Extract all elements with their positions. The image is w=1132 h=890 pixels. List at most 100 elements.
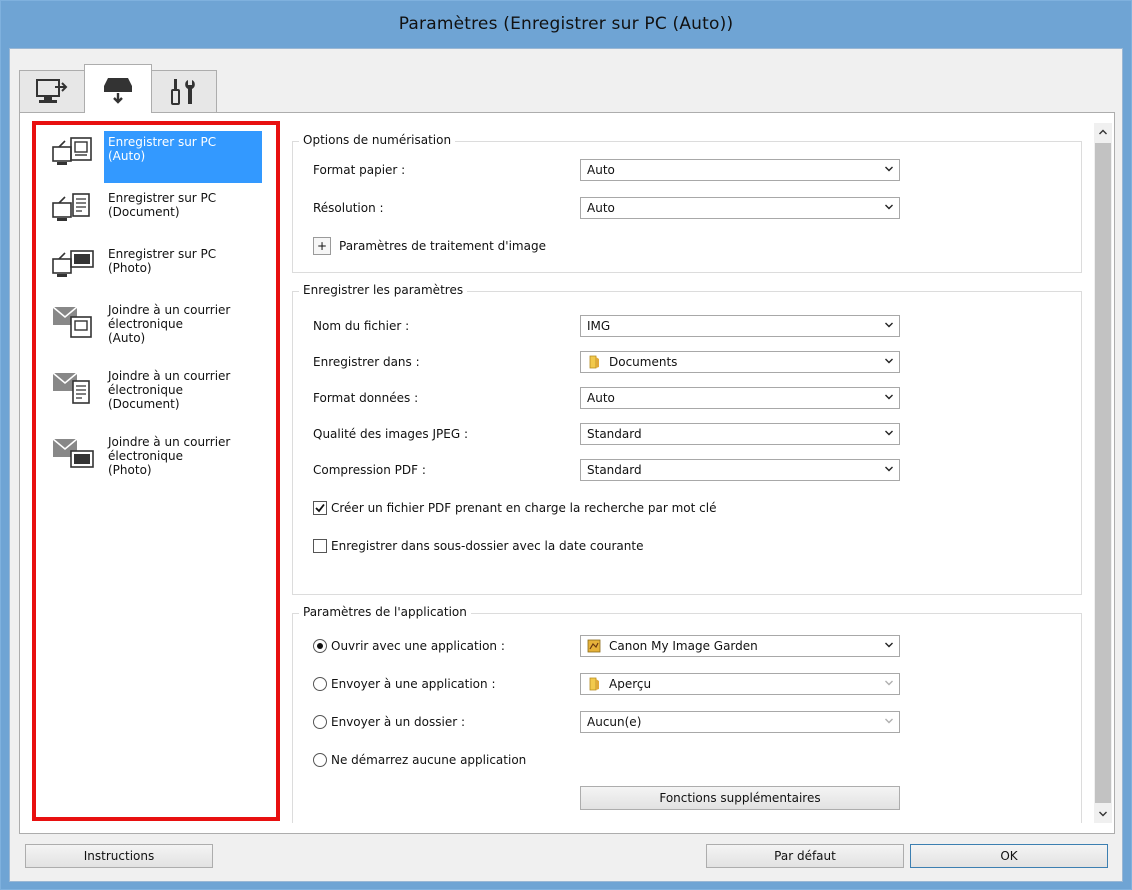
- app-settings-group: Paramètres de l'application Ouvrir avec …: [292, 605, 1082, 823]
- chevron-down-icon: [885, 394, 893, 400]
- app-icon: [587, 639, 601, 653]
- open-app-radio[interactable]: Ouvrir avec une application :: [313, 639, 505, 653]
- scan-to-pc-icon: [36, 79, 68, 103]
- chevron-up-icon: [1099, 129, 1107, 135]
- chevron-down-icon: [885, 642, 893, 648]
- scan-options-group: Options de numérisation Format papier : …: [292, 133, 1082, 273]
- open-app-label: Ouvrir avec une application :: [331, 639, 505, 653]
- send-folder-radio[interactable]: Envoyer à un dossier :: [313, 715, 465, 729]
- subfolder-row: Enregistrer dans sous-dossier avec la da…: [313, 534, 1073, 558]
- file-name-value: IMG: [587, 319, 611, 333]
- folder-icon: [589, 355, 599, 369]
- chevron-down-icon: [885, 166, 893, 172]
- subfolder-checkbox[interactable]: Enregistrer dans sous-dossier avec la da…: [313, 539, 643, 553]
- send-folder-value: Aucun(e): [587, 715, 642, 729]
- list-item-mail-photo[interactable]: Joindre à un courrier électronique (Phot…: [42, 431, 282, 485]
- send-app-radio[interactable]: Envoyer à une application :: [313, 677, 496, 691]
- send-folder-label: Envoyer à un dossier :: [331, 715, 466, 729]
- jpeg-quality-select[interactable]: Standard: [580, 423, 900, 445]
- dialog-client: Enregistrer sur PC (Auto) Enregistrer su…: [9, 48, 1123, 882]
- expand-button[interactable]: +: [313, 237, 331, 255]
- radio-unselected: [313, 715, 327, 729]
- mail-auto-icon: [42, 299, 104, 353]
- tab-scan-from-computer[interactable]: [19, 70, 85, 113]
- list-item-label: Enregistrer sur PC (Auto): [104, 131, 262, 183]
- data-format-label: Format données :: [313, 391, 419, 405]
- jpeg-quality-value: Standard: [587, 427, 642, 441]
- chevron-down-icon: [885, 680, 893, 686]
- data-format-value: Auto: [587, 391, 615, 405]
- resolution-select[interactable]: Auto: [580, 197, 900, 219]
- open-app-select[interactable]: Canon My Image Garden: [580, 635, 900, 657]
- list-item-label: Enregistrer sur PC (Photo): [108, 247, 217, 275]
- chevron-down-icon: [885, 718, 893, 724]
- save-in-label: Enregistrer dans :: [313, 355, 420, 369]
- more-functions-button[interactable]: Fonctions supplémentaires: [580, 786, 900, 810]
- list-item-save-pc-photo[interactable]: Enregistrer sur PC (Photo): [42, 243, 282, 297]
- keyword-pdf-label: Créer un fichier PDF prenant en charge l…: [331, 501, 717, 515]
- window-title: Paramètres (Enregistrer sur PC (Auto)): [398, 14, 734, 34]
- scroll-thumb[interactable]: [1095, 143, 1111, 803]
- send-app-select: Aperçu: [580, 673, 900, 695]
- chevron-down-icon: [885, 358, 893, 364]
- defaults-button[interactable]: Par défaut: [706, 844, 904, 868]
- pdf-compression-select[interactable]: Standard: [580, 459, 900, 481]
- resolution-value: Auto: [587, 201, 615, 215]
- tab-scan-from-operation-panel[interactable]: [84, 64, 152, 113]
- image-processing-label: Paramètres de traitement d'image: [339, 239, 546, 253]
- chevron-down-icon: [1099, 811, 1107, 817]
- list-item-save-pc-document[interactable]: Enregistrer sur PC (Document): [42, 187, 282, 241]
- tab-panel: Enregistrer sur PC (Auto) Enregistrer su…: [19, 112, 1115, 834]
- file-name-combo[interactable]: IMG: [580, 315, 900, 337]
- no-app-radio[interactable]: Ne démarrez aucune application: [313, 753, 526, 767]
- list-item-mail-auto[interactable]: Joindre à un courrier électronique (Auto…: [42, 299, 282, 353]
- mail-photo-icon: [42, 431, 104, 485]
- app-settings-title: Paramètres de l'application: [299, 605, 471, 619]
- keyword-pdf-row: Créer un fichier PDF prenant en charge l…: [313, 496, 1073, 520]
- checkbox-checked: [313, 501, 327, 515]
- instructions-button[interactable]: Instructions: [25, 844, 213, 868]
- save-in-select[interactable]: Documents: [580, 351, 900, 373]
- list-item-label: Enregistrer sur PC (Document): [108, 191, 217, 219]
- chevron-down-icon: [885, 322, 893, 328]
- scan-options-title: Options de numérisation: [299, 133, 456, 147]
- radio-selected: [313, 639, 327, 653]
- settings-window: Paramètres (Enregistrer sur PC (Auto)) E…: [0, 0, 1132, 890]
- list-item-label: Joindre à un courrier électronique (Docu…: [108, 369, 231, 411]
- list-item-label: Joindre à un courrier électronique (Auto…: [108, 303, 231, 345]
- scan-target-list: Enregistrer sur PC (Auto) Enregistrer su…: [32, 121, 280, 821]
- open-app-value: Canon My Image Garden: [609, 639, 758, 653]
- paper-size-label: Format papier :: [313, 163, 406, 177]
- send-app-label: Envoyer à une application :: [331, 677, 496, 691]
- tools-icon: [171, 79, 195, 105]
- save-auto-icon: [42, 131, 104, 185]
- checkbox-unchecked: [313, 539, 327, 553]
- radio-unselected: [313, 677, 327, 691]
- paper-size-value: Auto: [587, 163, 615, 177]
- ok-button[interactable]: OK: [910, 844, 1108, 868]
- file-name-label: Nom du fichier :: [313, 319, 410, 333]
- folder-icon: [589, 677, 599, 691]
- no-app-label: Ne démarrez aucune application: [331, 753, 527, 767]
- scanner-icon: [104, 78, 132, 104]
- tab-strip: [19, 64, 217, 113]
- save-settings-group: Enregistrer les paramètres Nom du fichie…: [292, 283, 1082, 595]
- chevron-down-icon: [885, 466, 893, 472]
- vertical-scrollbar[interactable]: [1094, 123, 1112, 823]
- pdf-compression-label: Compression PDF :: [313, 463, 426, 477]
- data-format-select[interactable]: Auto: [580, 387, 900, 409]
- scroll-up-arrow[interactable]: [1094, 123, 1112, 141]
- scroll-down-arrow[interactable]: [1094, 805, 1112, 823]
- tab-general-settings[interactable]: [151, 70, 217, 113]
- settings-pane: Options de numérisation Format papier : …: [290, 123, 1112, 823]
- list-item-save-pc-auto[interactable]: Enregistrer sur PC (Auto): [42, 131, 282, 185]
- paper-size-select[interactable]: Auto: [580, 159, 900, 181]
- send-folder-select: Aucun(e): [580, 711, 900, 733]
- keyword-pdf-checkbox[interactable]: Créer un fichier PDF prenant en charge l…: [313, 501, 716, 515]
- list-item-mail-document[interactable]: Joindre à un courrier électronique (Docu…: [42, 365, 282, 419]
- radio-unselected: [313, 753, 327, 767]
- send-app-value: Aperçu: [609, 677, 652, 691]
- subfolder-label: Enregistrer dans sous-dossier avec la da…: [331, 539, 644, 553]
- jpeg-quality-label: Qualité des images JPEG :: [313, 427, 468, 441]
- chevron-down-icon: [885, 430, 893, 436]
